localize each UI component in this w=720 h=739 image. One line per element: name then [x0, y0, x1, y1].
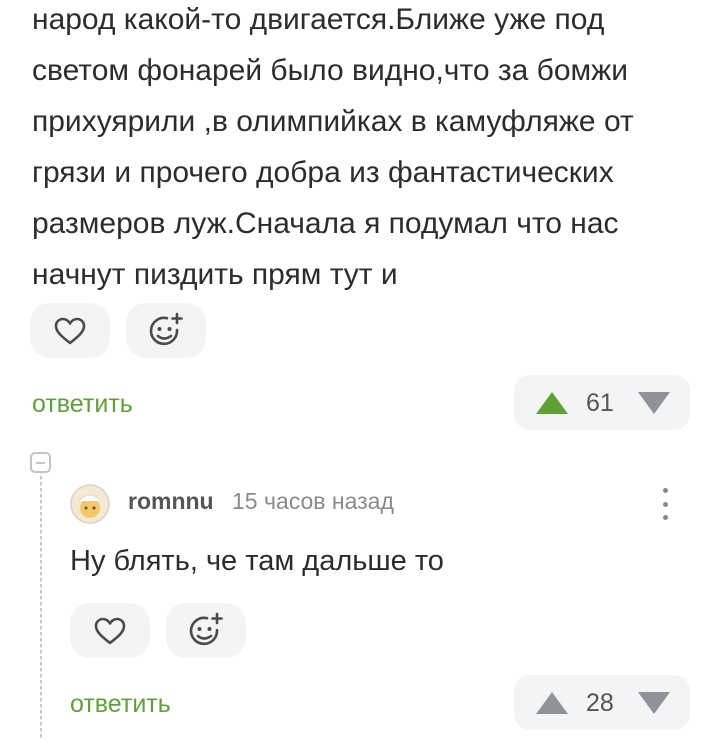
- comment-timestamp: 15 часов назад: [232, 488, 394, 514]
- smiley-plus-icon: [189, 612, 223, 645]
- post-text-line: народ какой-то двигается.Ближе уже под: [32, 3, 605, 36]
- comment-reply-link[interactable]: ответить: [70, 690, 171, 719]
- post-text-line: светом фонарей было видно,что за бомжи: [32, 54, 628, 87]
- post-text-line: грязи и прочего добра из фантастических: [32, 156, 614, 189]
- comment-rating: 28: [586, 689, 614, 717]
- comment-username[interactable]: romnnu: [128, 488, 214, 515]
- post-like-button[interactable]: [30, 303, 110, 358]
- thread-line: [40, 470, 42, 739]
- avatar[interactable]: [70, 484, 110, 524]
- comment-vote-box: 28: [514, 675, 690, 730]
- kebab-dot: [662, 501, 668, 507]
- heart-icon: [94, 617, 126, 644]
- post-body-text: народ какой-то двигается.Ближе уже под с…: [32, 0, 702, 300]
- comment-text: Ну блять, че там дальше то: [70, 545, 444, 577]
- triangle-up-icon[interactable]: [534, 690, 570, 716]
- post-rating: 61: [586, 389, 614, 417]
- post-react-button[interactable]: [126, 303, 206, 358]
- avatar-image: [70, 484, 110, 524]
- comment-like-button[interactable]: [70, 603, 150, 658]
- triangle-down-icon[interactable]: [636, 390, 672, 416]
- kebab-dot: [662, 515, 668, 520]
- kebab-dot: [662, 488, 668, 493]
- triangle-up-icon[interactable]: [534, 390, 570, 416]
- triangle-down-icon[interactable]: [636, 690, 672, 716]
- post-text-line: размеров луж.Сначала я подумал что нас: [32, 207, 619, 240]
- post-vote-box: 61: [514, 375, 690, 430]
- heart-icon: [54, 317, 86, 344]
- post-text-line: начнут пиздить прям тут и: [32, 258, 398, 291]
- smiley-plus-icon: [149, 312, 183, 345]
- comment-react-button[interactable]: [166, 603, 246, 658]
- post-text-line: прихуярили ,в олимпийках в камуфляже от: [32, 105, 634, 138]
- collapse-minus-icon[interactable]: [30, 452, 51, 473]
- kebab-menu-icon[interactable]: [655, 484, 675, 524]
- post-reply-link[interactable]: ответить: [32, 390, 133, 419]
